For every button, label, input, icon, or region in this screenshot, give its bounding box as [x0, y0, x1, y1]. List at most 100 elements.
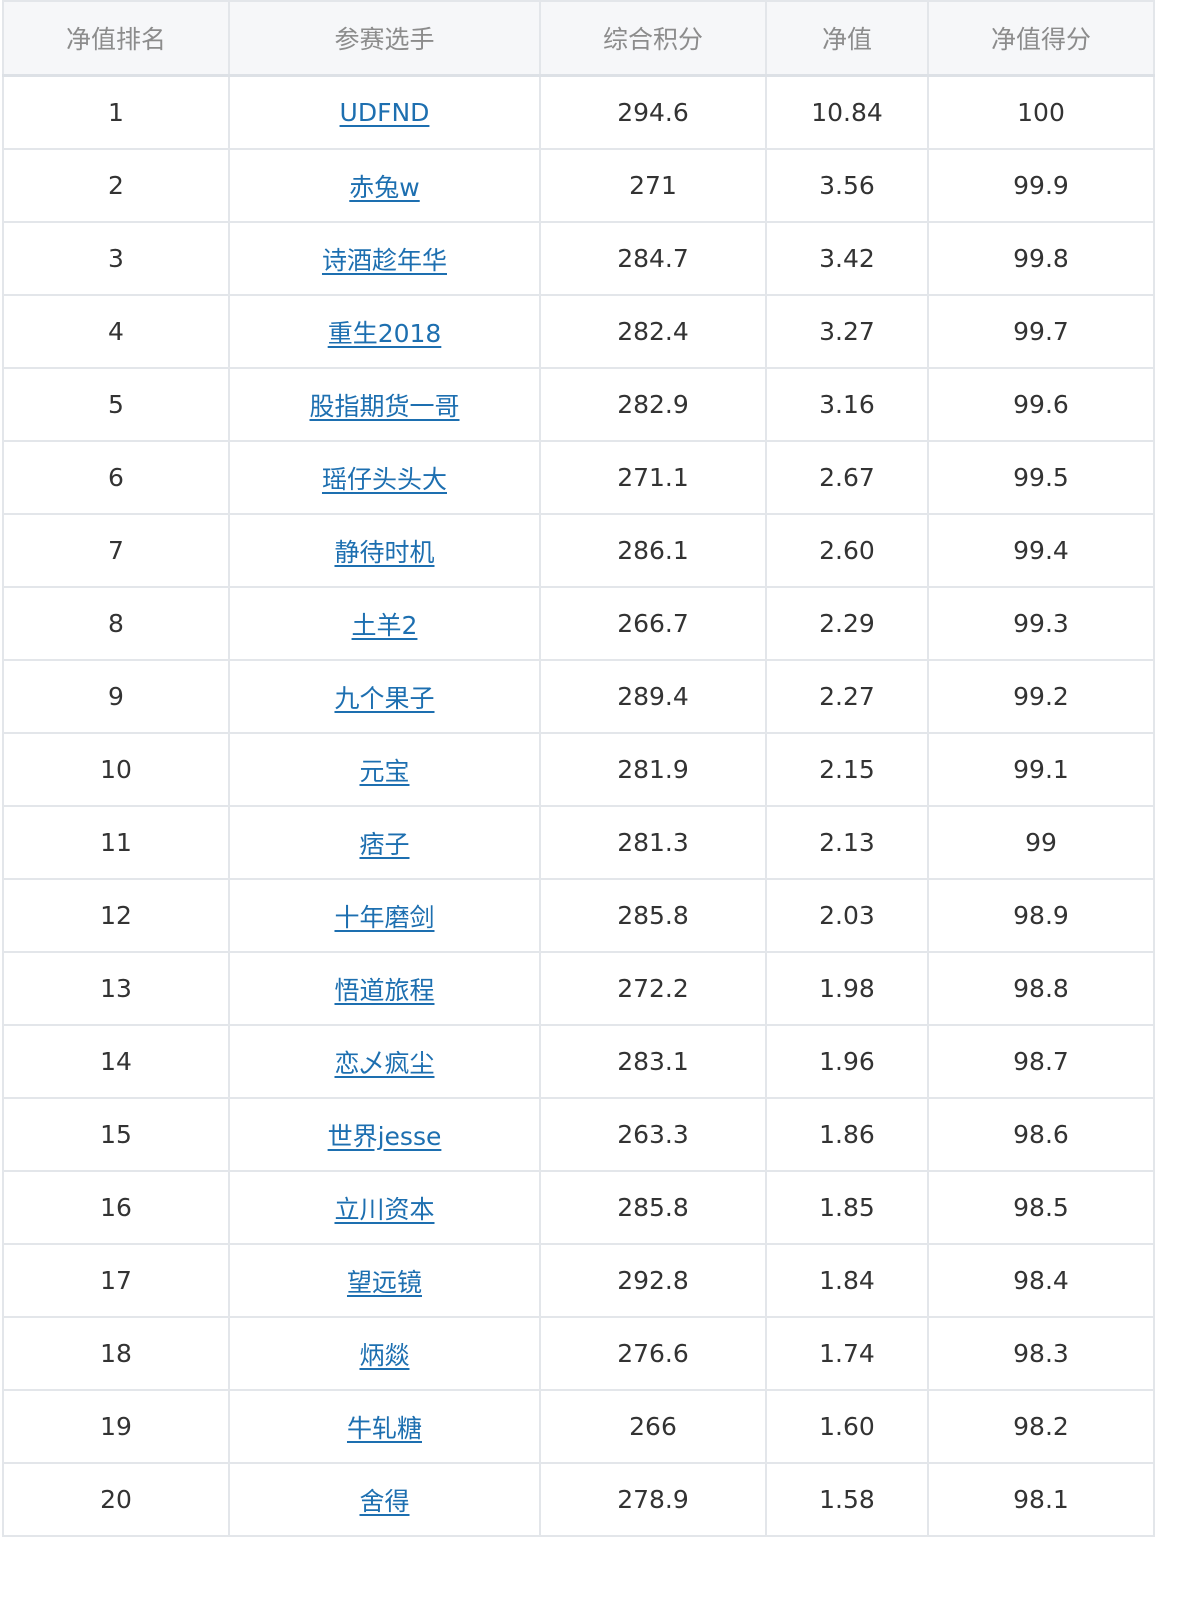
nav-cell: 1.86 [765, 1097, 929, 1172]
table-header: 净值排名 参赛选手 综合积分 净值 净值得分 [2, 0, 1155, 77]
player-link[interactable]: 痞子 [359, 830, 409, 859]
nav-score-cell: 99.2 [927, 659, 1155, 734]
nav-cell: 1.84 [765, 1243, 929, 1318]
nav-cell: 3.16 [765, 367, 929, 442]
nav-score-cell: 99.9 [927, 148, 1155, 223]
nav-cell: 3.42 [765, 221, 929, 296]
header-nav-score: 净值得分 [927, 0, 1155, 77]
player-cell: 土羊2 [228, 586, 541, 661]
player-link[interactable]: UDFND [340, 98, 430, 127]
total-score-cell: 281.9 [539, 732, 767, 807]
table-row: 14 恋乄疯尘 283.1 1.96 98.7 [2, 1024, 1155, 1099]
nav-cell: 2.13 [765, 805, 929, 880]
player-cell: 牛轧糖 [228, 1389, 541, 1464]
rank-cell: 6 [2, 440, 230, 515]
table-row: 3 诗酒趁年华 284.7 3.42 99.8 [2, 221, 1155, 296]
player-cell: 痞子 [228, 805, 541, 880]
player-link[interactable]: 立川资本 [334, 1195, 434, 1224]
player-cell: 股指期货一哥 [228, 367, 541, 442]
player-cell: 立川资本 [228, 1170, 541, 1245]
player-link[interactable]: 世界jesse [328, 1122, 442, 1151]
total-score-cell: 266.7 [539, 586, 767, 661]
rank-cell: 11 [2, 805, 230, 880]
rank-cell: 4 [2, 294, 230, 369]
player-link[interactable]: 诗酒趁年华 [322, 246, 447, 275]
table-row: 11 痞子 281.3 2.13 99 [2, 805, 1155, 880]
player-link[interactable]: 悟道旅程 [334, 976, 434, 1005]
player-link[interactable]: 股指期货一哥 [309, 392, 459, 421]
header-total-score: 综合积分 [539, 0, 767, 77]
nav-score-cell: 98.8 [927, 951, 1155, 1026]
player-cell: 诗酒趁年华 [228, 221, 541, 296]
total-score-cell: 271 [539, 148, 767, 223]
player-cell: 重生2018 [228, 294, 541, 369]
total-score-cell: 276.6 [539, 1316, 767, 1391]
player-link[interactable]: 恋乄疯尘 [334, 1049, 434, 1078]
nav-cell: 2.27 [765, 659, 929, 734]
player-link[interactable]: 炳燚 [359, 1341, 409, 1370]
nav-score-cell: 98.6 [927, 1097, 1155, 1172]
ranking-table-container: 净值排名 参赛选手 综合积分 净值 净值得分 1 UDFND 294.6 10.84 1… [2, 0, 1155, 1537]
nav-score-cell: 98.3 [927, 1316, 1155, 1391]
nav-cell: 1.85 [765, 1170, 929, 1245]
header-nav-rank: 净值排名 [2, 0, 230, 77]
table-row: 20 舍得 278.9 1.58 98.1 [2, 1462, 1155, 1537]
nav-cell: 1.96 [765, 1024, 929, 1099]
nav-score-cell: 99.4 [927, 513, 1155, 588]
player-link[interactable]: 元宝 [359, 757, 409, 786]
total-score-cell: 278.9 [539, 1462, 767, 1537]
table-row: 1 UDFND 294.6 10.84 100 [2, 74, 1155, 150]
total-score-cell: 284.7 [539, 221, 767, 296]
total-score-cell: 286.1 [539, 513, 767, 588]
player-cell: 十年磨剑 [228, 878, 541, 953]
table-row: 8 土羊2 266.7 2.29 99.3 [2, 586, 1155, 661]
player-link[interactable]: 静待时机 [334, 538, 434, 567]
table-row: 9 九个果子 289.4 2.27 99.2 [2, 659, 1155, 734]
nav-score-cell: 98.9 [927, 878, 1155, 953]
player-link[interactable]: 九个果子 [334, 684, 434, 713]
ranking-table: 净值排名 参赛选手 综合积分 净值 净值得分 1 UDFND 294.6 10.84 1… [2, 0, 1155, 1537]
total-score-cell: 272.2 [539, 951, 767, 1026]
nav-score-cell: 99.8 [927, 221, 1155, 296]
nav-cell: 2.15 [765, 732, 929, 807]
table-row: 15 世界jesse 263.3 1.86 98.6 [2, 1097, 1155, 1172]
nav-cell: 1.60 [765, 1389, 929, 1464]
player-cell: 恋乄疯尘 [228, 1024, 541, 1099]
header-nav: 净值 [765, 0, 929, 77]
rank-cell: 19 [2, 1389, 230, 1464]
nav-score-cell: 99 [927, 805, 1155, 880]
player-cell: 世界jesse [228, 1097, 541, 1172]
table-row: 7 静待时机 286.1 2.60 99.4 [2, 513, 1155, 588]
player-link[interactable]: 重生2018 [328, 319, 442, 348]
rank-cell: 16 [2, 1170, 230, 1245]
player-link[interactable]: 舍得 [359, 1487, 409, 1516]
player-link[interactable]: 赤兔w [349, 173, 419, 202]
table-row: 16 立川资本 285.8 1.85 98.5 [2, 1170, 1155, 1245]
total-score-cell: 289.4 [539, 659, 767, 734]
nav-score-cell: 99.6 [927, 367, 1155, 442]
player-link[interactable]: 瑶仔头头大 [322, 465, 447, 494]
nav-score-cell: 98.2 [927, 1389, 1155, 1464]
total-score-cell: 292.8 [539, 1243, 767, 1318]
nav-score-cell: 100 [927, 74, 1155, 150]
rank-cell: 8 [2, 586, 230, 661]
total-score-cell: 271.1 [539, 440, 767, 515]
header-row: 净值排名 参赛选手 综合积分 净值 净值得分 [2, 0, 1155, 77]
table-row: 6 瑶仔头头大 271.1 2.67 99.5 [2, 440, 1155, 515]
player-cell: UDFND [228, 74, 541, 150]
player-cell: 炳燚 [228, 1316, 541, 1391]
player-link[interactable]: 十年磨剑 [334, 903, 434, 932]
table-row: 19 牛轧糖 266 1.60 98.2 [2, 1389, 1155, 1464]
total-score-cell: 282.9 [539, 367, 767, 442]
player-cell: 元宝 [228, 732, 541, 807]
nav-cell: 1.74 [765, 1316, 929, 1391]
total-score-cell: 283.1 [539, 1024, 767, 1099]
nav-cell: 2.67 [765, 440, 929, 515]
header-player: 参赛选手 [228, 0, 541, 77]
rank-cell: 17 [2, 1243, 230, 1318]
player-link[interactable]: 土羊2 [352, 611, 418, 640]
nav-cell: 3.27 [765, 294, 929, 369]
player-link[interactable]: 牛轧糖 [347, 1414, 422, 1443]
table-body: 1 UDFND 294.6 10.84 100 2 赤兔w 271 3.56 99.9 3 诗酒趁年华… [2, 74, 1155, 1537]
player-link[interactable]: 望远镜 [347, 1268, 422, 1297]
